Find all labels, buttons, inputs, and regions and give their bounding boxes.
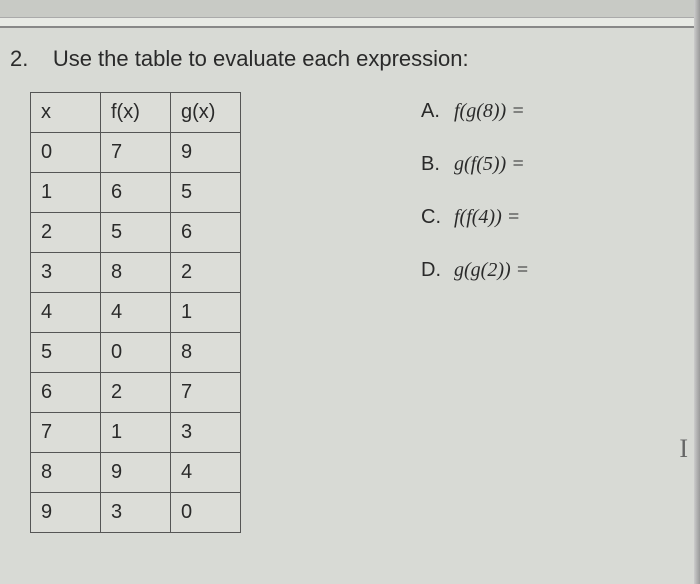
text-cursor-icon: I xyxy=(679,434,688,464)
data-table: x f(x) g(x) 0 7 9 1 6 5 2 5 6 3 8 xyxy=(30,92,241,533)
content-area: x f(x) g(x) 0 7 9 1 6 5 2 5 6 3 8 xyxy=(0,92,700,533)
table-row: 6 2 7 xyxy=(31,373,241,413)
cell: 6 xyxy=(31,373,101,413)
cell: 4 xyxy=(171,453,241,493)
subquestion-d: D. g(g(2)) = xyxy=(421,259,700,282)
sub-label: C. xyxy=(421,206,449,229)
question-header: 2. Use the table to evaluate each expres… xyxy=(0,28,700,92)
cell: 8 xyxy=(171,333,241,373)
sub-label: D. xyxy=(421,259,449,282)
table-row: 9 3 0 xyxy=(31,493,241,533)
question-number: 2. xyxy=(10,46,28,71)
cell: 0 xyxy=(31,133,101,173)
cell: 4 xyxy=(101,293,171,333)
cell: 2 xyxy=(171,253,241,293)
table-row: 2 5 6 xyxy=(31,213,241,253)
cell: 7 xyxy=(171,373,241,413)
question-text: Use the table to evaluate each expressio… xyxy=(53,46,469,71)
cell: 0 xyxy=(101,333,171,373)
cell: 1 xyxy=(31,173,101,213)
sub-expr: g(g(2)) = xyxy=(454,259,529,281)
app-top-bar xyxy=(0,0,700,28)
cell: 3 xyxy=(101,493,171,533)
cell: 7 xyxy=(101,133,171,173)
subquestion-a: A. f(g(8)) = xyxy=(421,100,700,123)
sub-expr: f(g(8)) = xyxy=(454,100,525,122)
right-edge-shadow xyxy=(694,0,700,584)
cell: 7 xyxy=(31,413,101,453)
cell: 1 xyxy=(171,293,241,333)
cell: 4 xyxy=(31,293,101,333)
app-top-inner xyxy=(0,0,700,18)
col-header-gx: g(x) xyxy=(171,93,241,133)
table-row: 5 0 8 xyxy=(31,333,241,373)
cell: 2 xyxy=(31,213,101,253)
subquestion-c: C. f(f(4)) = xyxy=(421,206,700,229)
cell: 3 xyxy=(171,413,241,453)
table-row: 1 6 5 xyxy=(31,173,241,213)
table-row: 4 4 1 xyxy=(31,293,241,333)
table-row: 3 8 2 xyxy=(31,253,241,293)
cell: 6 xyxy=(101,173,171,213)
cell: 9 xyxy=(171,133,241,173)
cell: 8 xyxy=(31,453,101,493)
table-row: 7 1 3 xyxy=(31,413,241,453)
sub-label: B. xyxy=(421,153,449,176)
cell: 9 xyxy=(31,493,101,533)
function-table: x f(x) g(x) 0 7 9 1 6 5 2 5 6 3 8 xyxy=(30,92,241,533)
sub-label: A. xyxy=(421,100,449,123)
cell: 3 xyxy=(31,253,101,293)
col-header-fx: f(x) xyxy=(101,93,171,133)
sub-expr: f(f(4)) = xyxy=(454,206,520,228)
cell: 1 xyxy=(101,413,171,453)
table-header-row: x f(x) g(x) xyxy=(31,93,241,133)
cell: 5 xyxy=(171,173,241,213)
cell: 0 xyxy=(171,493,241,533)
cell: 9 xyxy=(101,453,171,493)
cell: 5 xyxy=(31,333,101,373)
cell: 5 xyxy=(101,213,171,253)
col-header-x: x xyxy=(31,93,101,133)
cell: 6 xyxy=(171,213,241,253)
table-row: 8 9 4 xyxy=(31,453,241,493)
cell: 2 xyxy=(101,373,171,413)
cell: 8 xyxy=(101,253,171,293)
sub-expr: g(f(5)) = xyxy=(454,153,525,175)
subquestions: A. f(g(8)) = B. g(f(5)) = C. f(f(4)) = D… xyxy=(241,92,700,533)
table-row: 0 7 9 xyxy=(31,133,241,173)
subquestion-b: B. g(f(5)) = xyxy=(421,153,700,176)
